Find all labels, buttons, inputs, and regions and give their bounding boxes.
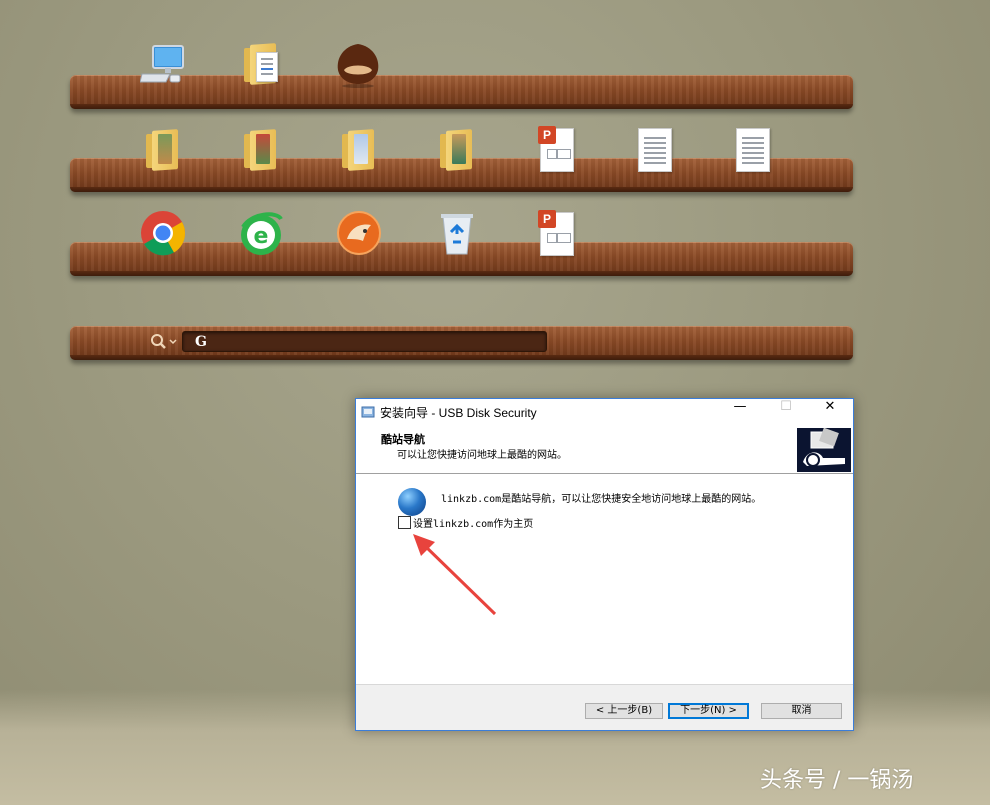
cancel-button[interactable]: 取消 <box>761 703 842 719</box>
text-file-icon[interactable] <box>630 124 678 172</box>
close-icon: ✕ <box>824 399 836 414</box>
document-folder-icon[interactable] <box>238 40 286 88</box>
picture-folder-icon[interactable] <box>336 126 384 174</box>
linkzb-info-text: linkzb.com是酷站导航，可以让您快捷安全地访问地球上最酷的网站。 <box>441 494 762 505</box>
globe-icon <box>398 488 426 516</box>
text-file-icon[interactable] <box>728 124 776 172</box>
footer-divider <box>356 684 853 685</box>
computer-icon[interactable] <box>139 42 188 90</box>
cheetah-browser-icon[interactable] <box>335 209 383 257</box>
svg-text:e: e <box>254 224 269 249</box>
minimize-icon: — <box>733 399 747 414</box>
maximize-button[interactable]: ☐ <box>763 399 809 425</box>
ppt-file-icon[interactable]: P <box>532 208 580 256</box>
ppt-file-icon[interactable]: P <box>532 124 580 172</box>
minimize-button[interactable]: — <box>717 399 763 425</box>
picture-folder-icon[interactable] <box>238 126 286 174</box>
chrome-icon[interactable] <box>139 209 187 257</box>
next-button[interactable]: 下一步(N) > <box>668 703 749 719</box>
dialog-titlebar[interactable]: 安装向导 - USB Disk Security — ☐ ✕ <box>356 399 853 425</box>
usb-security-logo-icon <box>797 427 851 472</box>
back-button[interactable]: < 上一步(B) <box>585 703 663 719</box>
annotation-arrow-icon <box>413 534 497 616</box>
desktop-search-input[interactable]: G <box>182 331 547 352</box>
ie360-icon[interactable]: e <box>237 209 285 257</box>
dialog-title: 安装向导 - USB Disk Security <box>380 406 537 420</box>
search-icon[interactable] <box>150 333 180 351</box>
watermark-text: 头条号 / 一锅汤 <box>760 768 914 793</box>
chestnut-icon[interactable] <box>334 40 382 88</box>
picture-folder-icon[interactable] <box>140 126 188 174</box>
close-button[interactable]: ✕ <box>807 399 853 425</box>
maximize-icon: ☐ <box>780 399 792 414</box>
recycle-bin-icon[interactable] <box>433 208 481 256</box>
wizard-header: 酷站导航 可以让您快捷访问地球上最酷的网站。 <box>356 425 853 474</box>
picture-folder-icon[interactable] <box>434 126 482 174</box>
wizard-page-subtitle: 可以让您快捷访问地球上最酷的网站。 <box>397 450 567 461</box>
usb-security-app-icon <box>361 406 375 418</box>
wizard-page-title: 酷站导航 <box>381 433 425 446</box>
